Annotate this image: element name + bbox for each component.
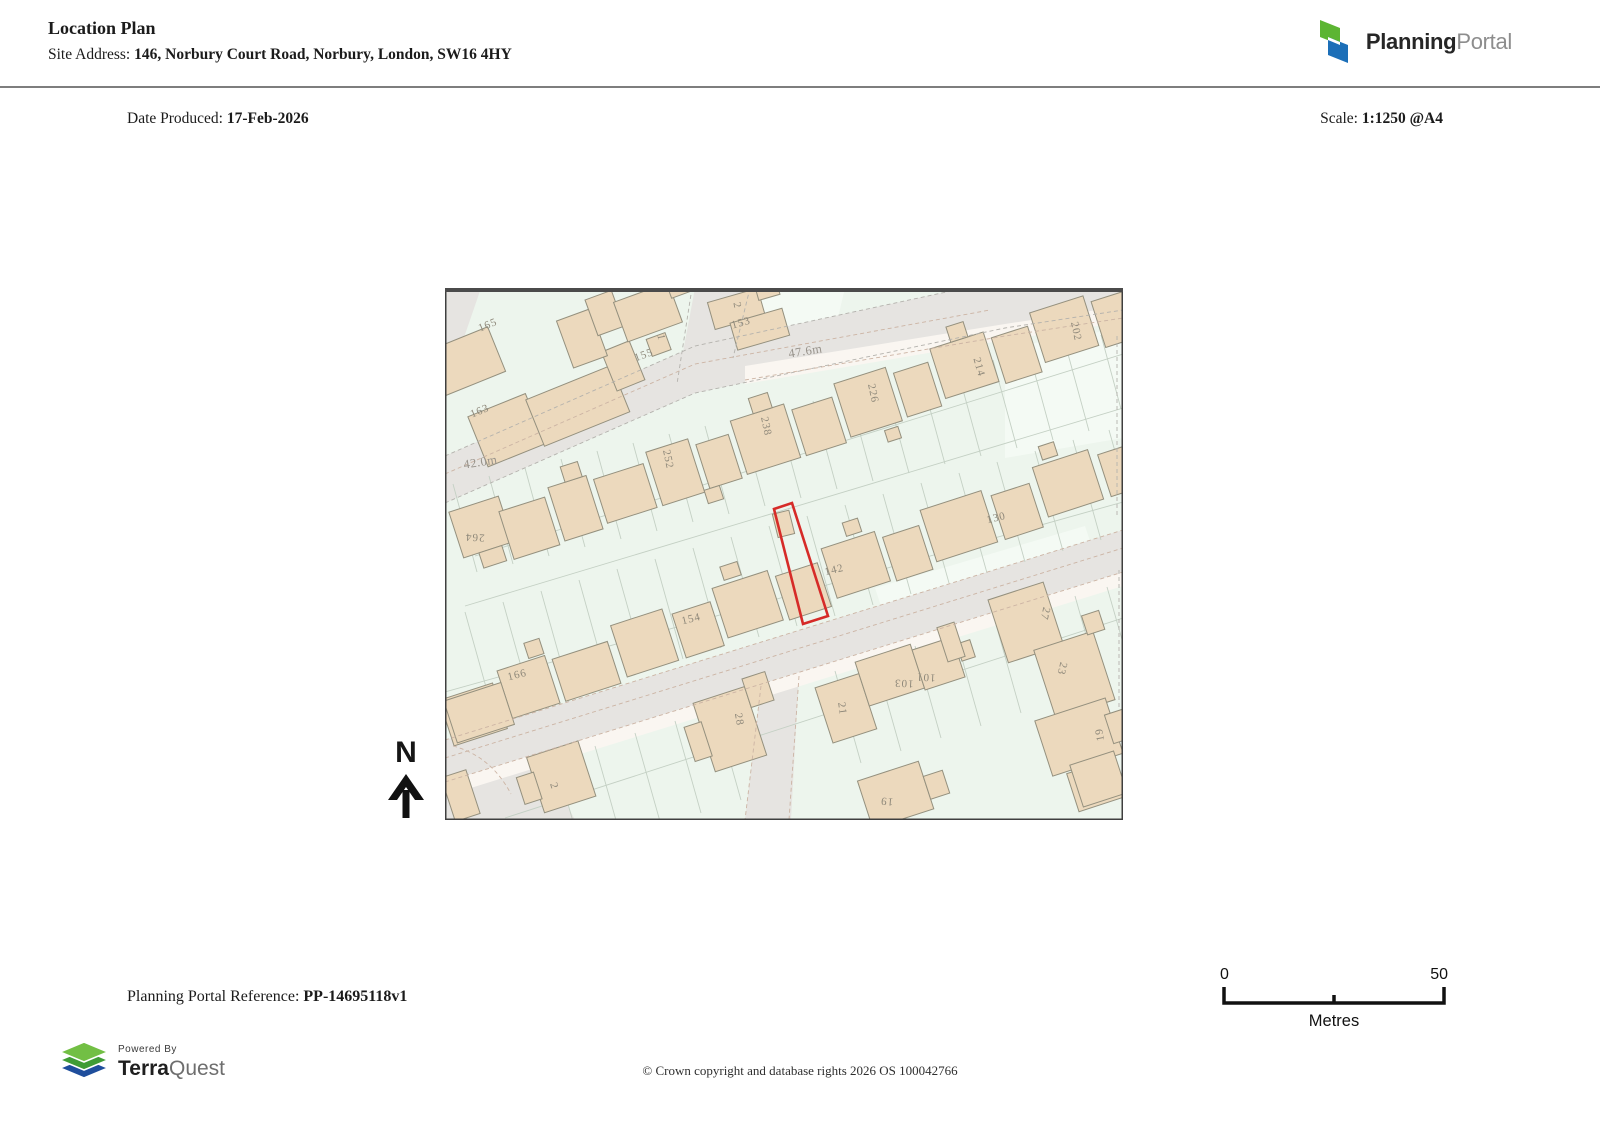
date-produced: Date Produced: 17-Feb-2026 xyxy=(127,110,309,128)
site-address-value: 146, Norbury Court Road, Norbury, London… xyxy=(134,46,512,63)
north-letter: N xyxy=(395,736,417,769)
terraquest-powered-by: Powered By xyxy=(118,1044,177,1055)
map-label: 19 xyxy=(1093,727,1107,742)
map-label: 21 xyxy=(835,701,849,716)
scale-bar: 0 50 Metres xyxy=(1218,966,1450,1031)
north-arrow-icon xyxy=(388,774,424,818)
crown-copyright: © Crown copyright and database rights 20… xyxy=(642,1063,958,1078)
header-divider xyxy=(0,86,1600,88)
map-label: 19 xyxy=(880,794,894,807)
scale-bar-start: 0 xyxy=(1220,966,1229,983)
scale-note: Scale: 1:1250 @A4 xyxy=(1320,110,1443,128)
wordmark-portal: Portal xyxy=(1456,29,1512,54)
site-address-label: Site Address: xyxy=(48,46,135,63)
scale-value: 1:1250 @A4 xyxy=(1361,110,1443,127)
scale-bar-icon xyxy=(1222,987,1446,1005)
planning-portal-reference: Planning Portal Reference: PP-14695118v1 xyxy=(127,988,407,1006)
wordmark-planning: Planning xyxy=(1365,29,1457,54)
reference-label: Planning Portal Reference: xyxy=(127,988,304,1005)
date-produced-label: Date Produced: xyxy=(127,110,227,127)
planning-portal-logo: PlanningPortal xyxy=(1311,12,1512,72)
north-arrow: N xyxy=(385,738,427,818)
scale-label: Scale: xyxy=(1320,110,1362,127)
location-plan-map: 165 163 155 1 2 153 42.0m 47.6m 264 252 238 226 214 2… xyxy=(445,288,1123,820)
planning-portal-wordmark: PlanningPortal xyxy=(1366,29,1512,55)
scale-bar-units: Metres xyxy=(1308,1012,1360,1030)
map-label: 101 xyxy=(916,670,936,683)
reference-value: PP-14695118v1 xyxy=(303,988,408,1005)
map-label: 28 xyxy=(732,712,746,727)
date-produced-value: 17-Feb-2026 xyxy=(226,110,309,127)
map-label: 264 xyxy=(465,530,485,543)
scale-bar-end: 50 xyxy=(1430,966,1448,983)
site-address: Site Address: 146, Norbury Court Road, N… xyxy=(48,46,512,64)
page-title: Location Plan xyxy=(48,18,156,38)
planning-portal-logo-icon xyxy=(1319,20,1348,63)
map-label: 103 xyxy=(894,676,914,689)
map-canvas: 1651631551215342.0m47.6m2642522382262142… xyxy=(445,288,1123,820)
